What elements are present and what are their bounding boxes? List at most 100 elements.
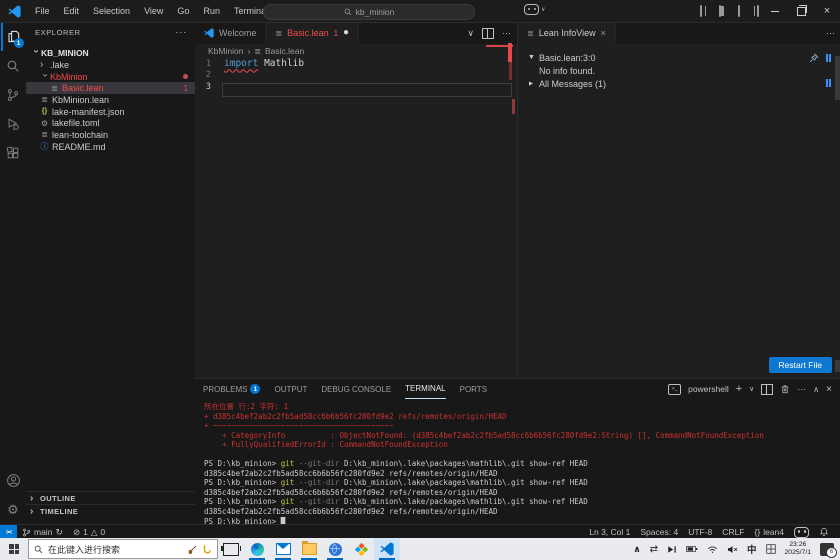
tree-root-kb-minion[interactable]: › KB_MINION [26, 46, 195, 59]
search-view-icon[interactable] [1, 51, 26, 80]
all-messages-label[interactable]: All Messages (1) [539, 79, 606, 89]
taskbar-search-box[interactable]: 在此键入进行搜索 [28, 539, 218, 559]
tab-lean-infoview[interactable]: ≣ Lean InfoView × [518, 22, 616, 44]
tree-item-lake-manifest-json[interactable]: {}lake-manifest.json [26, 106, 195, 118]
mail-icon[interactable] [270, 538, 296, 560]
problems-indicator[interactable]: ⊘1 △0 [68, 525, 110, 539]
maximize-panel-icon[interactable]: ∧ [813, 385, 819, 394]
terminal-output[interactable]: 所在位置 行:2 字符: 1+ d385c4bef2ab2c2fb5ad58cc… [195, 399, 840, 526]
browser-globe-icon[interactable] [322, 538, 348, 560]
tree-item--lake[interactable]: ›.lake [26, 59, 195, 71]
run-debug-icon[interactable] [1, 109, 26, 138]
editor-more-icon[interactable]: ··· [502, 28, 511, 38]
customize-layout-icon[interactable] [700, 6, 702, 16]
media-playback-icon[interactable] [667, 545, 677, 554]
clock[interactable]: 23:26 2025/7/1 [785, 541, 811, 557]
tree-item-lakefile-toml[interactable]: ⚙lakefile.toml [26, 117, 195, 129]
encoding[interactable]: UTF-8 [683, 525, 717, 539]
tree-item-kbminion[interactable]: ›KbMinion [26, 71, 195, 83]
branch-indicator[interactable]: main ↻ [17, 525, 68, 539]
kill-terminal-icon[interactable] [780, 384, 790, 394]
restore-button[interactable] [788, 0, 814, 22]
pause-messages-icon[interactable] [826, 79, 832, 87]
remote-indicator[interactable]: >< [0, 525, 17, 539]
tree-item-lean-toolchain[interactable]: ≣lean-toolchain [26, 129, 195, 141]
copilot-icon[interactable]: ∨ [524, 4, 545, 15]
start-button[interactable] [0, 538, 28, 560]
source-control-icon[interactable] [1, 80, 26, 109]
edge-icon[interactable] [244, 538, 270, 560]
close-panel-icon[interactable]: × [826, 384, 832, 395]
scrollbar-thumb[interactable] [835, 56, 840, 100]
breadcrumb-folder[interactable]: KbMinion [208, 46, 243, 56]
store-icon[interactable] [348, 538, 374, 560]
infoview-position[interactable]: Basic.lean:3:0 [539, 53, 596, 63]
infoview-more-icon[interactable]: ··· [826, 28, 835, 38]
menu-file[interactable]: File [28, 0, 57, 22]
ime-mode-indicator[interactable]: 中 [747, 542, 757, 556]
indentation[interactable]: Spaces: 4 [635, 525, 683, 539]
tab-output[interactable]: OUTPUT [274, 380, 307, 399]
tree-item-basic-lean[interactable]: ≣Basic.lean1 [26, 82, 195, 94]
menu-run[interactable]: Run [196, 0, 227, 22]
tab-terminal[interactable]: TERMINAL [405, 379, 445, 399]
task-view-icon[interactable] [218, 538, 244, 560]
menu-edit[interactable]: Edit [57, 0, 87, 22]
vscode-taskbar-icon[interactable] [374, 538, 400, 560]
panel-more-icon[interactable]: ··· [797, 384, 806, 394]
menu-selection[interactable]: Selection [86, 0, 137, 22]
timeline-section[interactable]: › TIMELINE [26, 504, 196, 518]
tab-basic-lean[interactable]: ≣ Basic.lean 1 ● [266, 22, 359, 44]
code-area[interactable]: 1 import Mathlib 2 3 [195, 58, 517, 93]
outline-section[interactable]: › OUTLINE [26, 491, 196, 505]
volume-muted-icon[interactable] [727, 545, 738, 554]
breadcrumb[interactable]: KbMinion › ≣ Basic.lean [195, 44, 517, 58]
explorer-icon[interactable]: 1 [1, 22, 26, 51]
toggle-secondary-sidebar-icon[interactable] [757, 6, 759, 16]
collapse-triangle-icon[interactable]: ▼ [528, 54, 535, 61]
lean-run-dropdown-icon[interactable]: ∨ [467, 28, 474, 39]
toggle-sidebar-icon[interactable] [719, 6, 721, 16]
new-terminal-icon[interactable]: + [736, 383, 742, 395]
sliders-icon[interactable]: ⇄ [650, 544, 658, 555]
command-center-search[interactable]: kb_minion [263, 4, 475, 20]
close-tab-icon[interactable]: × [601, 28, 606, 38]
tab-debug-console[interactable]: DEBUG CONSOLE [321, 380, 391, 399]
split-editor-icon[interactable] [482, 28, 494, 39]
minimize-button[interactable] [762, 0, 788, 22]
tab-ports[interactable]: PORTS [460, 380, 487, 399]
language-mode[interactable]: {} lean4 [750, 525, 790, 539]
toggle-panel-icon[interactable] [738, 6, 740, 16]
action-center-icon[interactable]: 6 [820, 543, 834, 556]
tab-welcome[interactable]: Welcome [195, 22, 266, 44]
wifi-icon[interactable] [707, 545, 718, 554]
breadcrumb-file[interactable]: Basic.lean [265, 46, 304, 56]
battery-icon[interactable] [686, 545, 698, 553]
copilot-status-icon[interactable] [789, 525, 814, 539]
explorer-more-icon[interactable]: ··· [175, 27, 187, 38]
tree-item-kbminion-lean[interactable]: ≣KbMinion.lean [26, 94, 195, 106]
notifications-bell-icon[interactable] [814, 525, 834, 539]
scrollbar-thumb[interactable] [835, 360, 840, 372]
menu-go[interactable]: Go [170, 0, 196, 22]
modified-dot-icon[interactable]: ● [343, 28, 349, 38]
ime-grid-icon[interactable] [766, 544, 776, 554]
file-explorer-icon[interactable] [296, 538, 322, 560]
account-icon[interactable] [1, 466, 26, 495]
settings-gear-icon[interactable]: ⚙ [1, 495, 26, 524]
tab-problems[interactable]: PROBLEMS 1 [203, 380, 260, 399]
close-button[interactable]: × [814, 0, 840, 22]
menu-view[interactable]: View [137, 0, 170, 22]
show-hidden-icons-chevron[interactable]: ∧ [633, 544, 640, 555]
cursor-position[interactable]: Ln 3, Col 1 [584, 525, 635, 539]
eol-sequence[interactable]: CRLF [717, 525, 749, 539]
shell-label[interactable]: powershell [688, 384, 729, 394]
split-terminal-icon[interactable] [761, 384, 773, 395]
pause-updates-icon[interactable] [826, 54, 832, 62]
pin-icon[interactable] [809, 53, 819, 63]
restart-file-button[interactable]: Restart File [769, 357, 832, 373]
expand-triangle-icon[interactable]: ▼ [528, 80, 535, 87]
terminal-dropdown-icon[interactable]: ∨ [749, 385, 754, 393]
tree-item-readme-md[interactable]: ⓘREADME.md [26, 141, 195, 153]
extensions-icon[interactable] [1, 138, 26, 167]
